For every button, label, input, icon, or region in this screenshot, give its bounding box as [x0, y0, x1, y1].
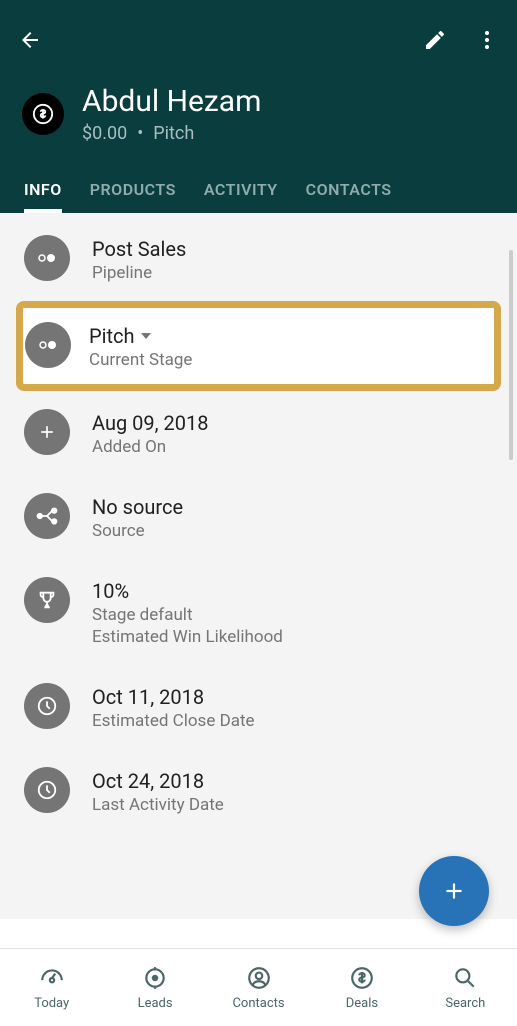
row-pipeline[interactable]: Post Sales Pipeline [0, 217, 517, 301]
tabs: INFO PRODUCTS ACTIVITY CONTACTS [16, 160, 501, 213]
row-close-date[interactable]: Oct 11, 2018 Estimated Close Date [0, 665, 517, 749]
last-activity-label: Last Activity Date [92, 795, 224, 815]
nav-today[interactable]: Today [0, 964, 103, 1011]
close-date-value: Oct 11, 2018 [92, 685, 255, 709]
nav-contacts[interactable]: Contacts [207, 964, 310, 1011]
back-arrow-icon [18, 28, 42, 52]
pipeline-value: Post Sales [92, 237, 186, 261]
tab-activity[interactable]: ACTIVITY [204, 170, 278, 213]
win-sublabel: Stage default [92, 605, 283, 625]
chevron-down-icon [141, 333, 151, 339]
info-content: Post Sales Pipeline Pitch Current Stage … [0, 213, 517, 919]
last-activity-icon [24, 767, 70, 813]
more-vertical-icon [475, 28, 499, 52]
title-area: Abdul Hezam $0.00 • Pitch [16, 60, 501, 160]
tab-info[interactable]: INFO [24, 170, 62, 213]
header: Abdul Hezam $0.00 • Pitch INFO PRODUCTS … [0, 0, 517, 213]
branch-icon [36, 507, 58, 525]
trophy-icon [36, 589, 58, 611]
source-icon [24, 493, 70, 539]
plus-icon [441, 878, 467, 904]
row-win-likelihood[interactable]: 10% Stage default Estimated Win Likeliho… [0, 559, 517, 665]
source-label: Source [92, 521, 183, 541]
added-value: Aug 09, 2018 [92, 411, 209, 435]
trophy-icon-wrap [24, 577, 70, 623]
stage-icon [25, 322, 71, 368]
gauge-icon [38, 964, 66, 992]
plus-icon [37, 422, 57, 442]
amount-value: $0.00 [82, 123, 127, 144]
edit-button[interactable] [421, 26, 449, 54]
dots-icon [38, 340, 58, 350]
pipeline-icon [24, 235, 70, 281]
win-value: 10% [92, 579, 283, 603]
source-value: No source [92, 495, 183, 519]
back-button[interactable] [16, 26, 44, 54]
row-source[interactable]: No source Source [0, 475, 517, 559]
close-date-icon [24, 683, 70, 729]
more-button[interactable] [473, 26, 501, 54]
search-icon [451, 964, 479, 992]
bottom-nav: Today Leads Contacts Deals Search [0, 948, 517, 1026]
clock-icon [36, 779, 58, 801]
deal-avatar [22, 93, 64, 135]
added-icon [24, 409, 70, 455]
tab-products[interactable]: PRODUCTS [90, 170, 176, 213]
page-title: Abdul Hezam [82, 84, 261, 119]
close-date-label: Estimated Close Date [92, 711, 255, 731]
target-icon [141, 964, 169, 992]
stage-label: Current Stage [89, 350, 192, 370]
row-added-on[interactable]: Aug 09, 2018 Added On [0, 391, 517, 475]
person-icon [245, 964, 273, 992]
stage-dropdown-value: Pitch [89, 324, 135, 348]
pipeline-label: Pipeline [92, 263, 186, 283]
tab-contacts[interactable]: CONTACTS [306, 170, 392, 213]
scrollbar[interactable] [509, 250, 513, 460]
stage-value: Pitch [153, 123, 194, 144]
fab-add-button[interactable] [419, 856, 489, 926]
dollar-icon [32, 103, 54, 125]
dots-icon [37, 253, 57, 263]
topbar [16, 20, 501, 60]
win-label: Estimated Win Likelihood [92, 627, 283, 647]
nav-deals[interactable]: Deals [310, 964, 413, 1011]
added-label: Added On [92, 437, 209, 457]
pencil-icon [423, 28, 447, 52]
clock-icon [36, 695, 58, 717]
row-last-activity[interactable]: Oct 24, 2018 Last Activity Date [0, 749, 517, 833]
nav-search[interactable]: Search [414, 964, 517, 1011]
row-current-stage[interactable]: Pitch Current Stage [16, 301, 501, 391]
nav-leads[interactable]: Leads [103, 964, 206, 1011]
last-activity-value: Oct 24, 2018 [92, 769, 224, 793]
dollar-circle-icon [348, 964, 376, 992]
